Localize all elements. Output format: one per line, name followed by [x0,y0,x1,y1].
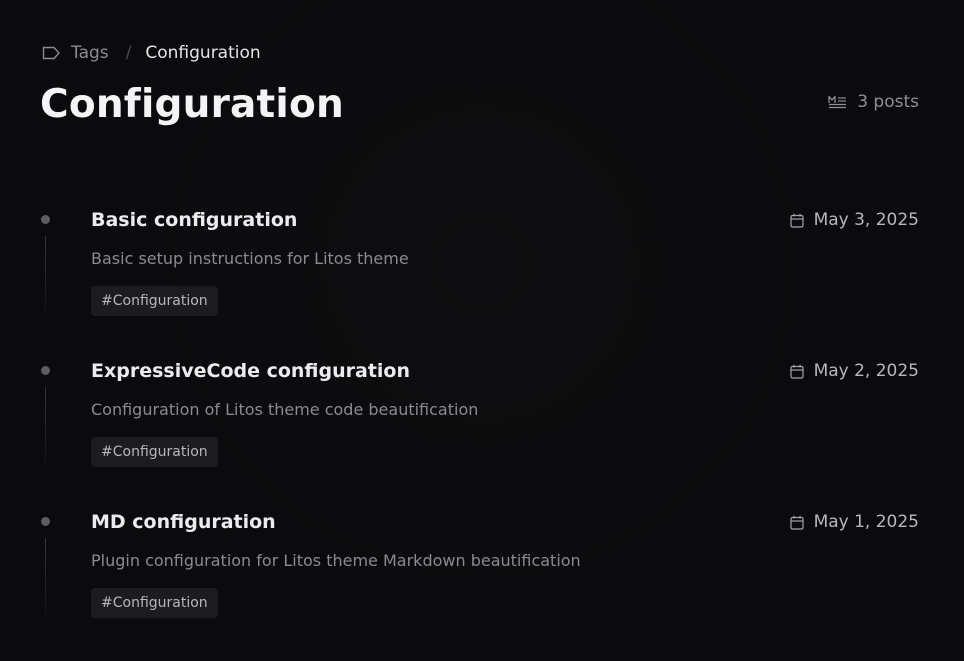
breadcrumb-separator: / [125,43,132,63]
post-entry: ExpressiveCode configuration May 2, 2025… [0,347,964,498]
post-description: Plugin configuration for Litos theme Mar… [91,551,581,570]
page-title: Configuration [40,82,344,127]
tag-chip-configuration[interactable]: #Configuration [91,286,218,316]
post-title-link[interactable]: ExpressiveCode configuration [91,358,410,384]
timeline-dot [41,366,50,375]
timeline-line [45,236,46,312]
tag-icon [42,46,60,60]
markdown-icon [828,95,847,109]
tag-page: Tags / Configuration Configuration 3 pos… [0,0,964,661]
post-description: Basic setup instructions for Litos theme [91,249,409,268]
post-date-label: May 2, 2025 [813,361,919,381]
post-date: May 3, 2025 [789,208,919,232]
timeline-line [45,387,46,463]
tag-chip-configuration[interactable]: #Configuration [91,588,218,618]
post-entry: Basic configuration May 3, 2025 Basic se… [0,196,964,347]
calendar-icon [789,364,804,379]
post-date-label: May 3, 2025 [813,210,919,230]
post-count-label: 3 posts [857,92,919,112]
post-count: 3 posts [828,92,919,112]
post-date-label: May 1, 2025 [813,512,919,532]
breadcrumb-tags-link[interactable]: Tags [42,43,109,63]
breadcrumb: Tags / Configuration [42,42,261,64]
post-date: May 2, 2025 [789,359,919,383]
timeline-dot [41,517,50,526]
breadcrumb-tags-label: Tags [71,43,109,63]
timeline-dot [41,215,50,224]
post-title-link[interactable]: MD configuration [91,509,276,535]
breadcrumb-current: Configuration [145,43,261,63]
post-date: May 1, 2025 [789,510,919,534]
calendar-icon [789,213,804,228]
tag-chip-configuration[interactable]: #Configuration [91,437,218,467]
calendar-icon [789,515,804,530]
post-entry: MD configuration May 1, 2025 Plugin conf… [0,498,964,649]
post-description: Configuration of Litos theme code beauti… [91,400,479,419]
post-title-link[interactable]: Basic configuration [91,207,297,233]
timeline-line [45,538,46,614]
